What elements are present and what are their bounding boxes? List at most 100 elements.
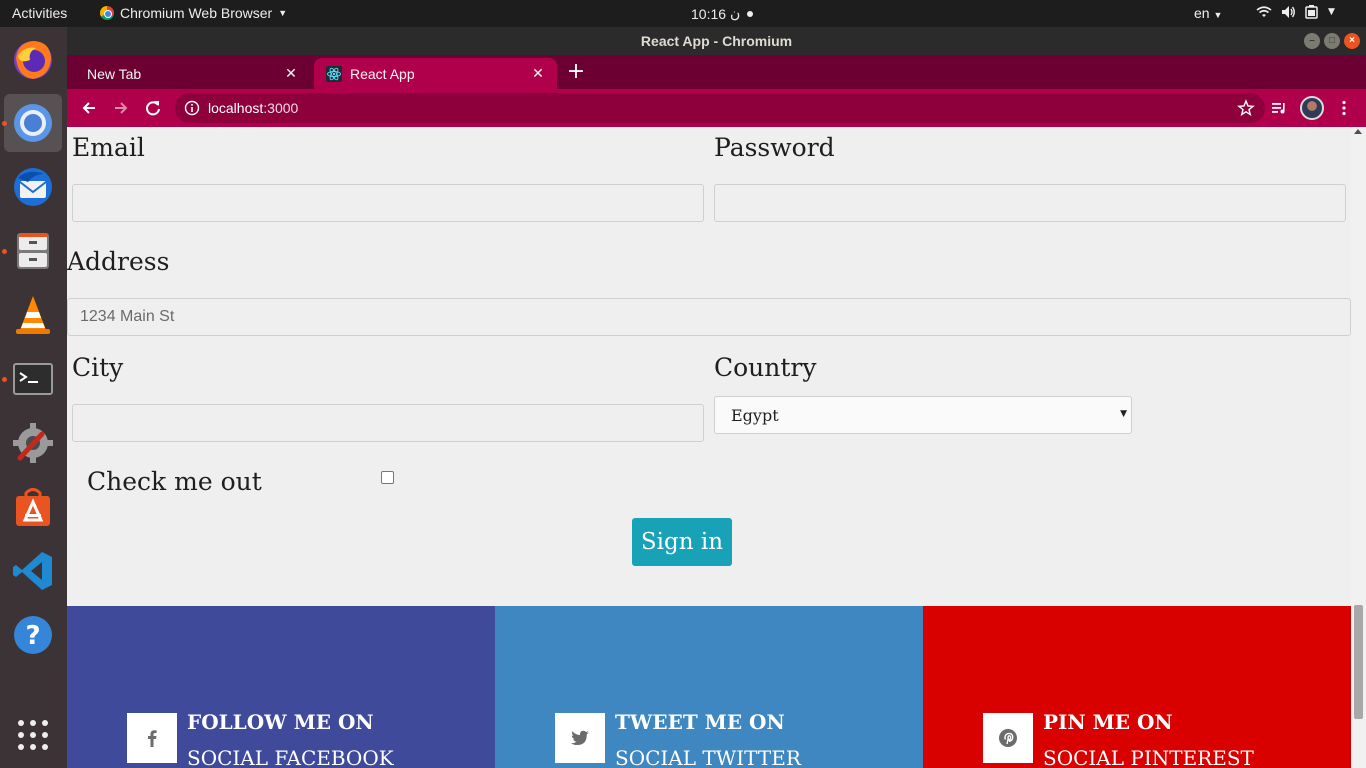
clock-period: ن [730,5,741,21]
bookmark-star-icon[interactable] [1237,99,1255,117]
chromium-icon [100,6,114,20]
check-me-out-label: Check me out [87,467,262,496]
address-label: Address [67,247,170,276]
page-scrollbar[interactable] [1351,127,1366,768]
city-label: City [72,353,124,382]
svg-text:?: ? [25,621,40,651]
city-field[interactable] [72,404,704,442]
close-icon[interactable]: ✕ [280,65,302,82]
email-field[interactable] [72,184,704,222]
sign-in-button[interactable]: Sign in [632,518,732,566]
settings-tools-icon [13,423,53,463]
dock-item-firefox[interactable] [4,30,62,88]
dock-item-thunderbird[interactable] [4,158,62,216]
new-tab-button[interactable]: + [564,61,588,85]
social-facebook-panel[interactable]: FOLLOW ME ON SOCIAL FACEBOOK [67,606,495,768]
address-bar[interactable]: localhost:3000 [175,93,1265,123]
caret-down-icon: ▼ [1120,409,1127,419]
browser-toolbar: localhost:3000 [67,89,1366,127]
profile-avatar[interactable] [1300,96,1324,120]
caret-down-icon: ▼ [1213,10,1223,20]
dock-item-settings[interactable] [4,414,62,472]
tab-label: New Tab [87,65,142,82]
running-indicator [2,377,7,382]
battery-icon [1305,5,1318,19]
twitter-icon [571,730,589,745]
thunderbird-icon [14,168,52,206]
scroll-up-arrow-icon[interactable] [1354,129,1362,134]
back-button[interactable] [77,96,101,120]
app-menu[interactable]: Chromium Web Browser ▼ [100,5,287,21]
social-heading: TWEET ME ON [615,710,785,734]
vlc-cone-icon [16,296,50,334]
help-icon: ? [14,616,52,654]
dock-item-terminal[interactable] [4,350,62,408]
country-label: Country [714,353,817,382]
minimize-button[interactable]: – [1304,33,1320,49]
clock-time: 10:16 [691,5,727,22]
arrow-left-icon [82,102,95,114]
react-icon [326,65,342,82]
software-bag-icon [16,488,50,526]
check-me-out-checkbox[interactable] [381,471,394,484]
system-tray[interactable]: ▼ [1256,4,1335,20]
twitter-icon-box[interactable] [555,713,605,763]
password-field[interactable] [714,184,1346,222]
activities-button[interactable]: Activities [12,5,67,21]
tab-new-tab[interactable]: New Tab ✕ [67,58,310,89]
media-controls-button[interactable] [1267,96,1291,120]
url-text[interactable]: localhost:3000 [208,100,298,116]
browser-menu-button[interactable] [1332,96,1356,120]
url-host: localhost [208,100,264,116]
social-heading: FOLLOW ME ON [187,710,374,734]
running-indicator [2,249,7,254]
language-label: en [1194,5,1210,21]
terminal-icon [13,363,53,395]
page-viewport: Email Password Address 1234 Main St City… [67,127,1351,768]
language-indicator[interactable]: en ▼ [1194,5,1222,21]
app-menu-label: Chromium Web Browser [120,5,273,21]
running-indicator [2,121,7,126]
url-port: :3000 [263,100,299,116]
reload-button[interactable] [141,96,165,120]
dock-item-help[interactable]: ? [4,606,62,664]
info-icon[interactable] [184,100,200,116]
dock-item-chromium[interactable] [4,94,62,152]
clock[interactable]: 10:16 ن [691,5,754,22]
dock-item-software[interactable] [4,478,62,536]
country-selected-value: Egypt [731,405,779,425]
show-applications-button[interactable] [4,706,62,764]
dock-item-vlc[interactable] [4,286,62,344]
social-subheading: SOCIAL FACEBOOK [187,746,394,768]
more-vertical-icon [1342,100,1346,116]
scrollbar-thumb[interactable] [1354,605,1363,719]
dock-item-vscode[interactable] [4,542,62,600]
pinterest-icon-box[interactable] [983,713,1033,763]
tab-strip: New Tab ✕ React App ✕ + [67,55,1366,89]
facebook-icon [148,730,157,747]
forward-button[interactable] [109,96,133,120]
chromium-icon [14,104,52,142]
address-field[interactable]: 1234 Main St [67,298,1351,336]
country-select[interactable]: Egypt ▼ [714,396,1132,434]
reload-icon [146,101,160,116]
tab-react-app[interactable]: React App ✕ [314,58,557,89]
close-icon[interactable]: ✕ [527,65,549,82]
social-pinterest-panel[interactable]: PIN ME ON SOCIAL PINTEREST [923,606,1351,768]
social-subheading: SOCIAL PINTEREST [1043,746,1254,768]
social-twitter-panel[interactable]: TWEET ME ON SOCIAL TWITTER [495,606,923,768]
close-window-button[interactable]: × [1344,33,1360,49]
volume-icon [1282,6,1295,18]
maximize-button[interactable]: □ [1324,33,1340,49]
password-label: Password [714,133,835,162]
window-title: React App - Chromium [640,33,793,49]
tab-label: React App [350,65,415,82]
wifi-icon [1256,6,1272,17]
dock: ? [0,27,67,768]
file-cabinet-icon [17,233,49,269]
facebook-icon-box[interactable] [127,713,177,763]
dock-item-files[interactable] [4,222,62,280]
notification-dot-icon [747,10,754,17]
window-title-bar[interactable]: React App - Chromium – □ × [67,27,1366,55]
caret-down-icon: ▼ [278,8,288,18]
